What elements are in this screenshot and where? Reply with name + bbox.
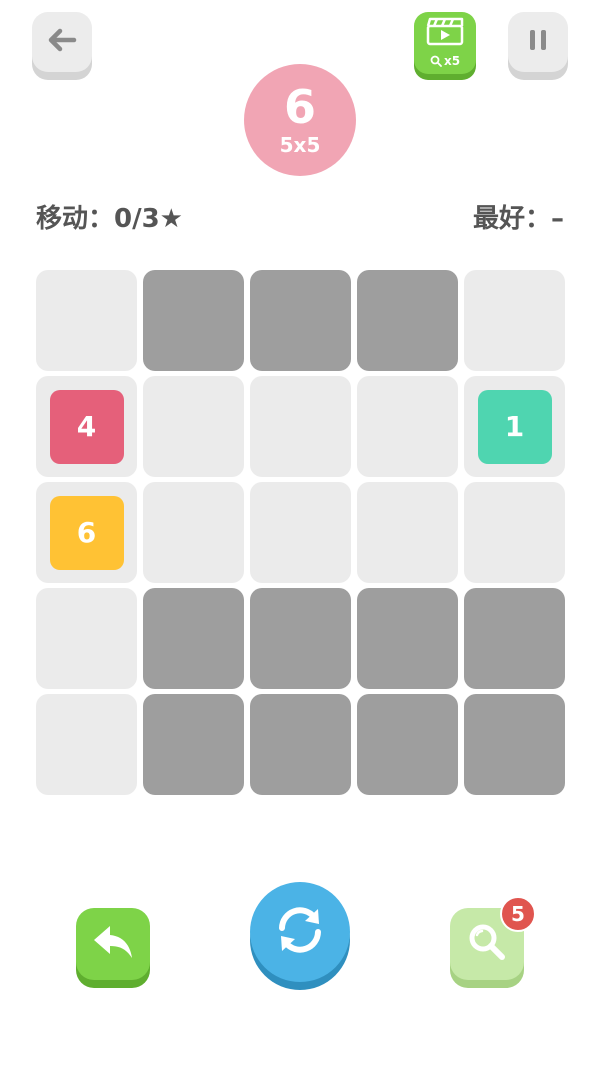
board-cell[interactable] bbox=[250, 482, 351, 583]
pause-icon bbox=[526, 27, 550, 57]
board-cell[interactable] bbox=[36, 588, 137, 689]
restart-icon bbox=[270, 900, 330, 964]
board-cell[interactable] bbox=[357, 482, 458, 583]
hint-count-badge: 5 bbox=[500, 896, 536, 932]
moves-counter: 移动：0/3★ bbox=[36, 204, 183, 234]
blocked-cell bbox=[464, 694, 565, 795]
board-cell[interactable] bbox=[464, 270, 565, 371]
restart-button[interactable] bbox=[250, 882, 350, 982]
video-reward-button[interactable]: x5 bbox=[414, 12, 476, 74]
arrow-left-icon bbox=[47, 28, 77, 56]
board-size-label: 5x5 bbox=[279, 133, 321, 157]
level-number: 6 bbox=[283, 80, 316, 134]
magnifier-small-icon bbox=[430, 52, 442, 71]
board-cell[interactable]: 1 bbox=[464, 376, 565, 477]
number-tile[interactable]: 1 bbox=[477, 389, 552, 464]
game-board: 4 1 6 bbox=[36, 270, 565, 795]
magnifier-icon bbox=[465, 920, 509, 968]
board-cell[interactable] bbox=[250, 376, 351, 477]
blocked-cell bbox=[357, 694, 458, 795]
undo-arrow-icon bbox=[90, 922, 136, 966]
video-reward-count: x5 bbox=[443, 54, 461, 68]
clapperboard-icon bbox=[425, 16, 465, 50]
blocked-cell bbox=[250, 588, 351, 689]
board-cell[interactable] bbox=[464, 482, 565, 583]
board-cell[interactable] bbox=[357, 376, 458, 477]
board-cell[interactable]: 6 bbox=[36, 482, 137, 583]
blocked-cell bbox=[357, 270, 458, 371]
undo-button[interactable] bbox=[76, 908, 150, 980]
best-score: 最好：– bbox=[472, 204, 564, 234]
board-cell[interactable] bbox=[36, 694, 137, 795]
blocked-cell bbox=[143, 694, 244, 795]
game-screen: x5 6 5x5 移动：0/3★ 最好：– 4 1 6 5 bbox=[0, 0, 600, 1066]
blocked-cell bbox=[357, 588, 458, 689]
blocked-cell bbox=[250, 694, 351, 795]
number-tile[interactable]: 6 bbox=[49, 495, 124, 570]
blocked-cell bbox=[250, 270, 351, 371]
blocked-cell bbox=[143, 588, 244, 689]
video-reward-info: x5 bbox=[430, 52, 460, 71]
level-badge: 6 5x5 bbox=[244, 64, 356, 176]
blocked-cell bbox=[464, 588, 565, 689]
blocked-cell bbox=[143, 270, 244, 371]
board-cell[interactable] bbox=[36, 270, 137, 371]
number-tile[interactable]: 4 bbox=[49, 389, 124, 464]
pause-button[interactable] bbox=[508, 12, 568, 72]
board-cell[interactable]: 4 bbox=[36, 376, 137, 477]
board-cell[interactable] bbox=[143, 482, 244, 583]
board-cell[interactable] bbox=[143, 376, 244, 477]
back-button[interactable] bbox=[32, 12, 92, 72]
